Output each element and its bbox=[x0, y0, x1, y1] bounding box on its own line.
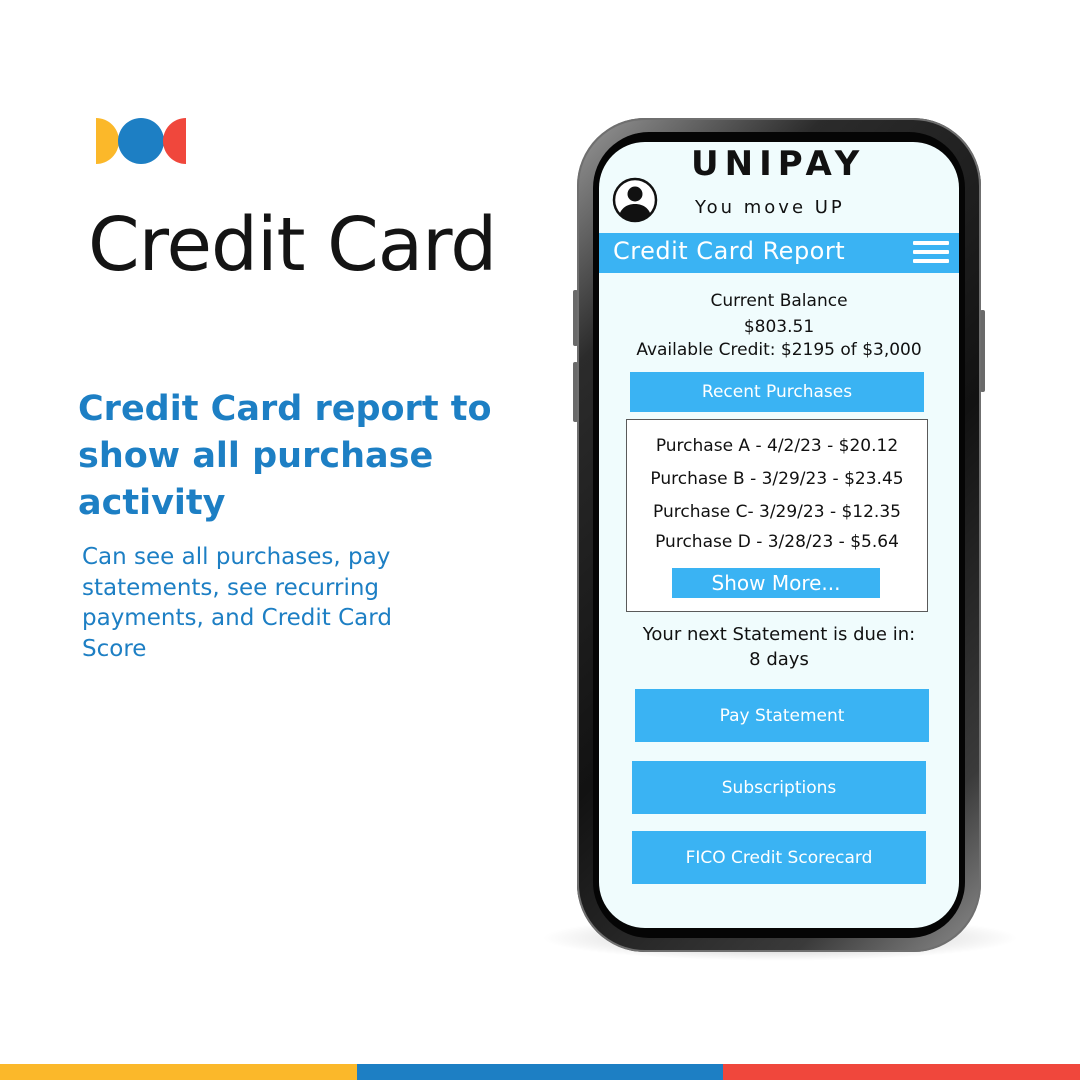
report-title: Credit Card Report bbox=[613, 237, 846, 265]
current-balance-value: $803.51 bbox=[743, 317, 815, 337]
list-item[interactable]: Purchase C- 3/29/23 - $12.35 bbox=[627, 502, 927, 522]
footer-band-red bbox=[723, 1064, 1080, 1080]
phone-screen: UNIPAY You move UP Credit Card Report Cu… bbox=[599, 142, 959, 928]
three-circles-logo-icon bbox=[96, 118, 186, 164]
app-brand-name: UNIPAY bbox=[691, 144, 866, 184]
current-balance-label: Current Balance bbox=[710, 291, 848, 311]
footer-band-blue bbox=[357, 1064, 723, 1080]
hamburger-menu-icon[interactable] bbox=[913, 238, 949, 266]
feature-description: Can see all purchases, pay statements, s… bbox=[82, 544, 392, 662]
recent-purchases-button[interactable]: Recent Purchases bbox=[630, 372, 924, 412]
subscriptions-button[interactable]: Subscriptions bbox=[632, 761, 926, 814]
list-item[interactable]: Purchase B - 3/29/23 - $23.45 bbox=[627, 469, 927, 489]
list-item[interactable]: Purchase A - 4/2/23 - $20.12 bbox=[627, 436, 927, 456]
app-tagline: You move UP bbox=[695, 197, 845, 218]
feature-subhead: Credit Card report to show all purchase … bbox=[78, 389, 492, 523]
recent-purchases-list: Purchase A - 4/2/23 - $20.12 Purchase B … bbox=[626, 419, 928, 612]
available-credit: Available Credit: $2195 of $3,000 bbox=[636, 340, 922, 360]
user-avatar-icon[interactable] bbox=[612, 177, 658, 223]
footer-band-yellow bbox=[0, 1064, 357, 1080]
pay-statement-button[interactable]: Pay Statement bbox=[635, 689, 929, 742]
statement-due-text: Your next Statement is due in: bbox=[642, 624, 916, 645]
show-more-button[interactable]: Show More... bbox=[672, 568, 880, 598]
report-header-bar: Credit Card Report bbox=[599, 233, 959, 273]
statement-due-days: 8 days bbox=[749, 649, 809, 670]
fico-scorecard-button[interactable]: FICO Credit Scorecard bbox=[632, 831, 926, 884]
list-item[interactable]: Purchase D - 3/28/23 - $5.64 bbox=[627, 532, 927, 552]
page-headline: Credit Card bbox=[88, 202, 497, 288]
